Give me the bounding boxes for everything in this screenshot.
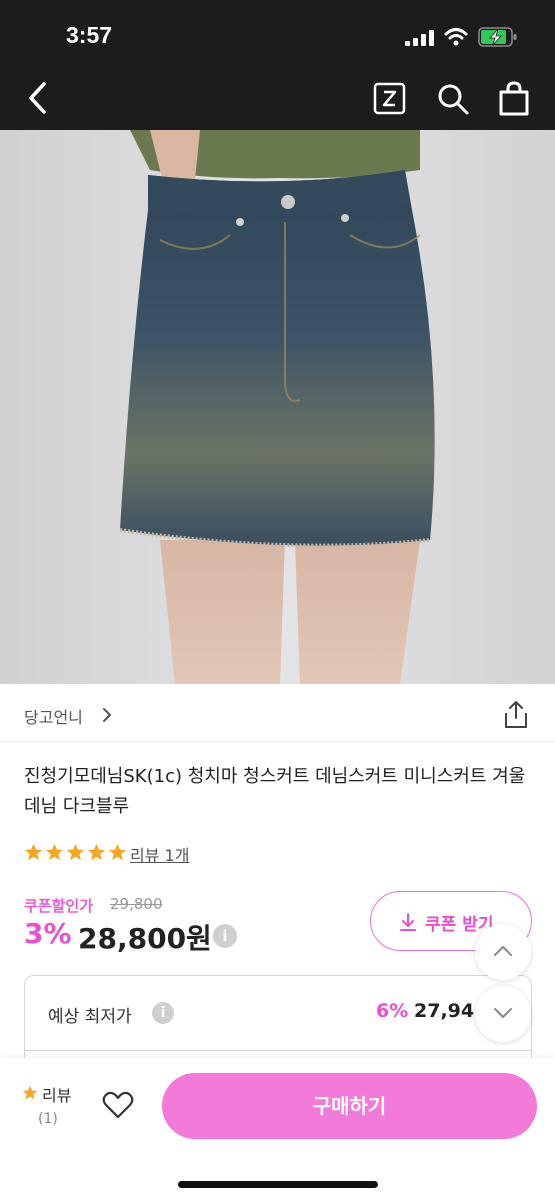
scroll-up-button[interactable]: [475, 924, 531, 980]
top-bar: 3:57: [0, 0, 555, 130]
star-icon: [108, 843, 127, 861]
product-image[interactable]: [0, 130, 555, 684]
heart-icon[interactable]: [102, 1090, 134, 1120]
battery-charging-icon: [478, 27, 517, 47]
shop-name[interactable]: 당고언니: [24, 704, 83, 728]
share-icon[interactable]: [502, 700, 530, 730]
coupon-price-label: 쿠폰할인가: [24, 897, 94, 915]
signal-icon: [405, 30, 434, 46]
chevron-down-icon: [494, 1008, 512, 1018]
original-price: 29,800: [110, 895, 163, 913]
discount-percent: 3%: [24, 917, 72, 950]
product-detail-screen: 3:57 당고언니 진청기모데님SK(1c) 청치마 청스커트 데님스커트 미니…: [0, 0, 555, 1200]
star-icon: [66, 843, 85, 861]
zigzag-z-icon[interactable]: [373, 82, 406, 115]
star-icon: [22, 1085, 38, 1100]
rating-stars: [24, 843, 127, 865]
search-icon[interactable]: [436, 82, 470, 116]
shop-row[interactable]: 당고언니: [0, 690, 555, 742]
back-arrow-icon[interactable]: [22, 78, 56, 118]
wifi-icon: [444, 28, 468, 46]
home-indicator: [178, 1181, 378, 1188]
current-price: 28,800원: [78, 922, 212, 955]
status-time: 3:57: [66, 22, 113, 48]
divider: [25, 1050, 531, 1051]
chevron-up-icon: [494, 946, 512, 956]
estimate-discount-percent: 6%: [376, 1000, 409, 1022]
shopping-bag-icon[interactable]: [497, 80, 531, 116]
download-icon: [400, 913, 416, 931]
review-count-link[interactable]: 리뷰 1개: [130, 842, 189, 866]
buy-button[interactable]: 구매하기: [162, 1073, 537, 1139]
star-icon: [45, 843, 64, 861]
price-info-icon[interactable]: i: [213, 924, 237, 948]
product-title: 진청기모데님SK(1c) 청치마 청스커트 데님스커트 미니스커트 겨울데님 다…: [24, 766, 526, 817]
estimated-lowest-price-label: 예상 최저가: [48, 1007, 132, 1027]
review-count: (1): [38, 1111, 58, 1127]
estimate-info-icon[interactable]: i: [152, 1002, 174, 1024]
star-icon: [87, 843, 106, 861]
chevron-right-icon: [103, 708, 111, 722]
estimate-price: 27,940: [414, 1000, 474, 1022]
scroll-down-button[interactable]: [475, 986, 531, 1042]
review-label[interactable]: 리뷰: [42, 1082, 71, 1106]
star-icon: [24, 843, 43, 861]
